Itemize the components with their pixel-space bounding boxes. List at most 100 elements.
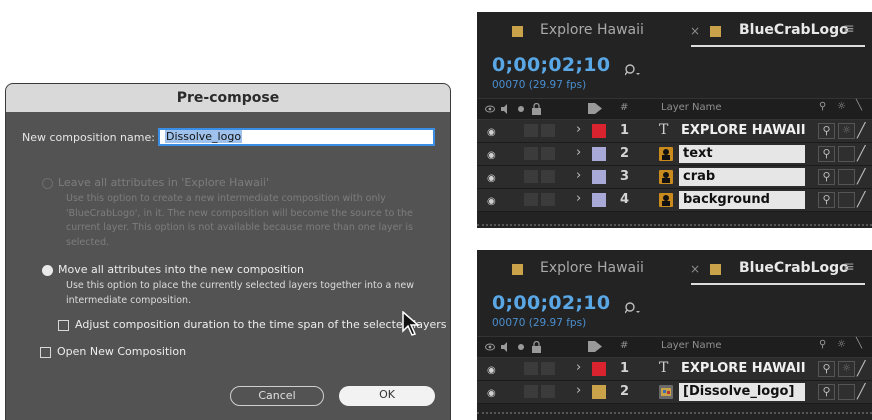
layer-row[interactable]: ◉ › 3 crab ⚲ ╱: [477, 166, 872, 189]
text-layer-icon: T: [659, 360, 669, 376]
sun-switch-icon: ☼: [837, 339, 846, 350]
dialog-title: Pre-compose: [6, 84, 450, 112]
footage-layer-icon: [659, 147, 673, 161]
composition-name-input[interactable]: Dissolve_logo: [158, 128, 435, 146]
leave-attributes-radio[interactable]: [42, 178, 53, 189]
lock-cell[interactable]: [541, 385, 555, 398]
move-attributes-radio[interactable]: [42, 265, 53, 276]
eye-icon[interactable]: ◉: [487, 388, 496, 399]
tab-explore-hawaii[interactable]: Explore Hawaii: [540, 260, 644, 276]
lock-cell[interactable]: [541, 362, 555, 375]
panel-menu-icon[interactable]: ≡: [843, 259, 855, 275]
layer-label-color[interactable]: [592, 385, 606, 399]
current-timecode[interactable]: 0;00;02;10: [492, 54, 610, 76]
frame-count-fps: 00070 (29.97 fps): [492, 79, 587, 91]
solo-cell[interactable]: [524, 124, 538, 137]
layer-name-selected[interactable]: crab: [679, 168, 805, 186]
desc-line: Use this option to place the currently s…: [66, 280, 415, 291]
search-icon[interactable]: [625, 64, 643, 78]
collapse-switch[interactable]: [838, 169, 855, 185]
lock-cell[interactable]: [541, 170, 555, 183]
shy-switch[interactable]: ⚲: [818, 384, 835, 400]
collapse-switch[interactable]: [838, 384, 855, 400]
mouse-cursor-icon: [402, 311, 421, 336]
layer-name-header[interactable]: Layer Name: [661, 102, 722, 113]
layer-row[interactable]: ◉ › 4 background ⚲ ╱: [477, 189, 872, 212]
panel-tabs: Explore Hawaii × BlueCrabLogo ≡: [477, 12, 872, 50]
layer-row[interactable]: ◉ › 1 T EXPLORE HAWAII ⚲ ☼ ╱: [477, 358, 872, 381]
quality-switch[interactable]: ╱: [857, 123, 865, 139]
layer-name-selected[interactable]: [Dissolve_logo]: [679, 383, 805, 401]
collapse-switch[interactable]: [838, 146, 855, 162]
tab-bluecrablogo[interactable]: BlueCrabLogo: [739, 22, 849, 38]
layer-name-selected[interactable]: background: [679, 191, 805, 209]
panel-menu-icon[interactable]: ≡: [843, 21, 855, 37]
open-new-composition-checkbox[interactable]: [40, 347, 51, 358]
twirl-chevron-icon[interactable]: ›: [576, 360, 581, 375]
number-column-header: #: [620, 340, 629, 351]
adjust-duration-checkbox[interactable]: [58, 320, 69, 331]
collapse-switch[interactable]: ☼: [838, 361, 855, 377]
lock-cell[interactable]: [541, 147, 555, 160]
shy-switch[interactable]: ⚲: [818, 146, 835, 162]
shy-switch[interactable]: ⚲: [818, 361, 835, 377]
active-tab-underline: [691, 283, 865, 285]
cancel-button[interactable]: Cancel: [230, 386, 324, 406]
ok-button[interactable]: OK: [339, 386, 435, 406]
tab-bluecrablogo[interactable]: BlueCrabLogo: [739, 260, 849, 276]
text-layer-icon: T: [659, 122, 669, 138]
shy-switch-icon: ⚲: [819, 339, 827, 350]
quality-switch[interactable]: ╱: [857, 169, 865, 185]
collapse-switch[interactable]: ☼: [838, 123, 855, 139]
solo-cell[interactable]: [524, 147, 538, 160]
shy-switch[interactable]: ⚲: [818, 192, 835, 208]
layer-label-color[interactable]: [592, 124, 606, 138]
shy-switch[interactable]: ⚲: [818, 169, 835, 185]
solo-cell[interactable]: [524, 193, 538, 206]
layer-row[interactable]: ◉ › 2 text ⚲ ╱: [477, 143, 872, 166]
layer-label-color[interactable]: [592, 193, 606, 207]
footage-layer-icon: [659, 193, 673, 207]
quality-switch[interactable]: ╱: [857, 361, 865, 377]
twirl-chevron-icon[interactable]: ›: [576, 145, 581, 160]
composition-name-value: Dissolve_logo: [165, 130, 243, 143]
layer-label-color[interactable]: [592, 147, 606, 161]
close-icon[interactable]: ×: [690, 24, 700, 38]
tab-color-swatch: [512, 264, 523, 275]
layer-name-selected[interactable]: text: [679, 145, 805, 163]
twirl-chevron-icon[interactable]: ›: [576, 122, 581, 137]
eye-icon[interactable]: ◉: [487, 196, 496, 207]
twirl-chevron-icon[interactable]: ›: [576, 383, 581, 398]
search-icon[interactable]: [625, 302, 643, 316]
desc-line: current layer. This option is not availa…: [66, 222, 414, 233]
layer-label-color[interactable]: [592, 362, 606, 376]
layer-row[interactable]: ◉ › 2 [Dissolve_logo] ⚲ ╱: [477, 381, 872, 404]
solo-cell[interactable]: [524, 362, 538, 375]
quality-switch[interactable]: ╱: [857, 146, 865, 162]
quality-switch[interactable]: ╱: [857, 384, 865, 400]
frame-count-fps: 00070 (29.97 fps): [492, 317, 587, 329]
layer-name[interactable]: EXPLORE HAWAII: [681, 122, 806, 140]
tab-color-swatch: [710, 264, 721, 275]
tab-explore-hawaii[interactable]: Explore Hawaii: [540, 22, 644, 38]
layer-name-header[interactable]: Layer Name: [661, 340, 722, 351]
close-icon[interactable]: ×: [690, 262, 700, 276]
layer-label-color[interactable]: [592, 170, 606, 184]
solo-cell[interactable]: [524, 385, 538, 398]
current-timecode[interactable]: 0;00;02;10: [492, 292, 610, 314]
eye-icon[interactable]: ◉: [487, 365, 496, 376]
eye-icon[interactable]: ◉: [487, 150, 496, 161]
solo-cell[interactable]: [524, 170, 538, 183]
collapse-switch[interactable]: [838, 192, 855, 208]
tab-color-swatch: [512, 26, 523, 37]
twirl-chevron-icon[interactable]: ›: [576, 168, 581, 183]
eye-icon[interactable]: ◉: [487, 127, 496, 138]
layer-row[interactable]: ◉ › 1 T EXPLORE HAWAII ⚲ ☼ ╱: [477, 120, 872, 143]
lock-cell[interactable]: [541, 124, 555, 137]
shy-switch[interactable]: ⚲: [818, 123, 835, 139]
lock-cell[interactable]: [541, 193, 555, 206]
layer-name[interactable]: EXPLORE HAWAII: [681, 360, 806, 378]
eye-icon[interactable]: ◉: [487, 173, 496, 184]
twirl-chevron-icon[interactable]: ›: [576, 191, 581, 206]
quality-switch[interactable]: ╱: [857, 192, 865, 208]
